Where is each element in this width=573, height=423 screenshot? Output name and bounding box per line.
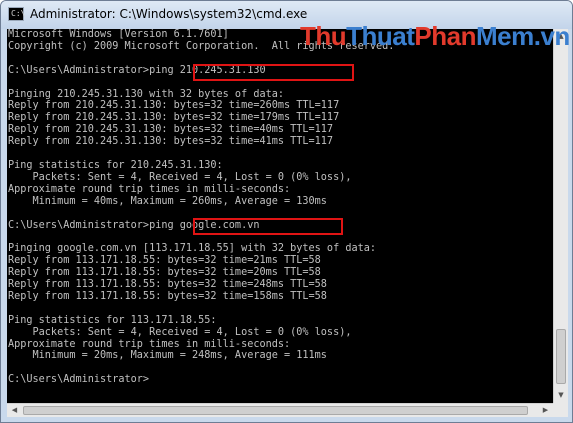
console-line: Approximate round trip times in milli-se…: [8, 183, 291, 195]
scrollbar-corner: [553, 403, 568, 417]
console-line: Pinging google.com.vn [113.171.18.55] wi…: [8, 243, 377, 255]
console-line: Reply from 210.245.31.130: bytes=32 time…: [8, 136, 334, 148]
highlight-box-ping-ip: [193, 64, 354, 81]
console-line: Ping statistics for 210.245.31.130:: [8, 159, 223, 171]
console-line: Packets: Sent = 4, Received = 4, Lost = …: [8, 326, 352, 338]
vertical-scroll-thumb[interactable]: [556, 329, 566, 384]
window-title: Administrator: C:\Windows\system32\cmd.e…: [30, 7, 308, 21]
console-line: Minimum = 40ms, Maximum = 260ms, Average…: [8, 195, 327, 207]
scroll-right-arrow-icon[interactable]: ▶: [538, 404, 553, 417]
horizontal-scrollbar[interactable]: ◀ ▶: [7, 403, 553, 417]
console-line: Reply from 210.245.31.130: bytes=32 time…: [8, 124, 334, 136]
watermark-part-thu: Thu: [300, 21, 347, 51]
cmd-icon[interactable]: C:\: [8, 7, 25, 21]
scroll-left-arrow-icon[interactable]: ◀: [7, 404, 22, 417]
highlight-box-ping-domain: [193, 218, 343, 235]
watermark-part-thuat: Thuat: [346, 21, 415, 51]
console-line: Reply from 113.171.18.55: bytes=32 time=…: [8, 267, 321, 279]
console-line: C:\Users\Administrator>: [8, 374, 150, 386]
watermark-part-mem: Mem: [476, 21, 534, 51]
watermark-part-vn: .vn: [533, 21, 571, 51]
console-line: Reply from 113.171.18.55: bytes=32 time=…: [8, 290, 327, 302]
console-line: Reply from 113.171.18.55: bytes=32 time=…: [8, 279, 327, 291]
vertical-scrollbar[interactable]: ▲ ▼: [553, 29, 568, 403]
console-line: Approximate round trip times in milli-se…: [8, 338, 291, 350]
console-line: Minimum = 20ms, Maximum = 248ms, Average…: [8, 350, 327, 362]
console-line: Pinging 210.245.31.130 with 32 bytes of …: [8, 88, 285, 100]
console-line: Reply from 210.245.31.130: bytes=32 time…: [8, 100, 340, 112]
console-line: Reply from 113.171.18.55: bytes=32 time=…: [8, 255, 321, 267]
console-line: Microsoft Windows [Version 6.1.7601]: [8, 29, 229, 40]
console-text[interactable]: Microsoft Windows [Version 6.1.7601] Cop…: [7, 29, 553, 386]
horizontal-scroll-thumb[interactable]: [23, 406, 528, 415]
watermark-part-phan: Phan: [414, 21, 476, 51]
console-line: Packets: Sent = 4, Received = 4, Lost = …: [8, 171, 352, 183]
scroll-down-arrow-icon[interactable]: ▼: [554, 388, 568, 403]
console-line: Ping statistics for 113.171.18.55:: [8, 314, 217, 326]
cmd-window: C:\ Administrator: C:\Windows\system32\c…: [0, 0, 573, 423]
watermark-logo: ThuThuatPhanMem.vn: [300, 21, 570, 52]
console-line: Reply from 210.245.31.130: bytes=32 time…: [8, 112, 340, 124]
console-output[interactable]: Microsoft Windows [Version 6.1.7601] Cop…: [7, 29, 553, 403]
